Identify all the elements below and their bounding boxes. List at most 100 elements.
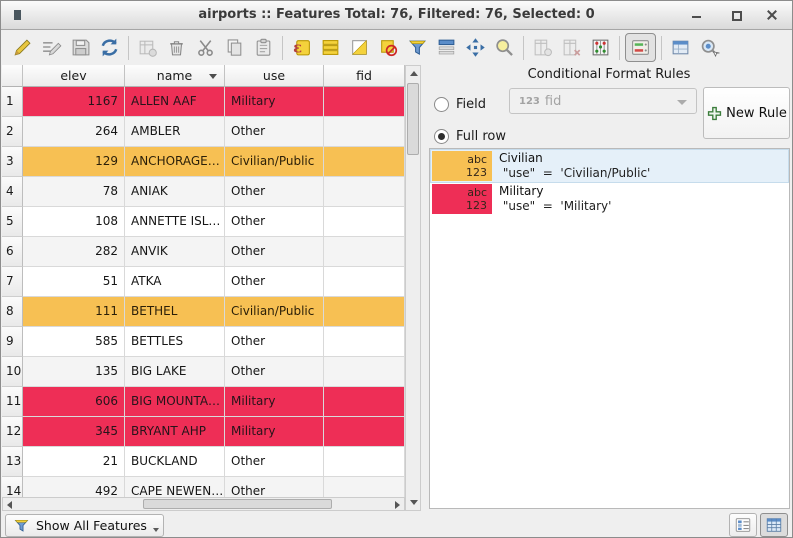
reload-table-button[interactable]	[96, 34, 123, 61]
field-radio[interactable]: Field	[434, 97, 486, 112]
close-button[interactable]	[758, 1, 786, 29]
cell-name[interactable]: ANIAK	[125, 177, 225, 207]
row-number[interactable]: 1	[2, 87, 23, 117]
scroll-left-arrow-icon[interactable]	[7, 501, 12, 509]
cell-fid[interactable]	[324, 387, 405, 417]
cell-elev[interactable]: 345	[23, 417, 125, 447]
table-corner-header[interactable]	[2, 65, 23, 87]
cell-name[interactable]: ALLEN AAF	[125, 87, 225, 117]
zoom-to-selection-button[interactable]	[491, 34, 518, 61]
vertical-scrollbar[interactable]	[405, 65, 421, 511]
row-number[interactable]: 7	[2, 267, 23, 297]
cell-use[interactable]: Military	[225, 417, 324, 447]
row-number[interactable]: 2	[2, 117, 23, 147]
row-number[interactable]: 11	[2, 387, 23, 417]
cell-fid[interactable]	[324, 417, 405, 447]
minimize-button[interactable]	[682, 1, 710, 29]
copy-features-button[interactable]	[221, 34, 248, 61]
cell-name[interactable]: ANCHORAGE…	[125, 147, 225, 177]
cell-name[interactable]: ANNETTE ISL…	[125, 207, 225, 237]
cell-use[interactable]: Other	[225, 327, 324, 357]
cell-use[interactable]: Other	[225, 177, 324, 207]
cell-fid[interactable]	[324, 477, 405, 497]
row-number[interactable]: 4	[2, 177, 23, 207]
cell-elev[interactable]: 606	[23, 387, 125, 417]
cell-name[interactable]: BRYANT AHP	[125, 417, 225, 447]
cell-elev[interactable]: 111	[23, 297, 125, 327]
full-row-radio[interactable]: Full row	[434, 129, 506, 144]
cell-elev[interactable]: 135	[23, 357, 125, 387]
row-number[interactable]: 9	[2, 327, 23, 357]
vertical-scroll-thumb[interactable]	[407, 83, 419, 155]
cell-fid[interactable]	[324, 87, 405, 117]
cell-use[interactable]: Other	[225, 117, 324, 147]
cell-use[interactable]: Other	[225, 357, 324, 387]
feature-filter-button[interactable]: Show All Features	[5, 514, 164, 537]
table-view-button[interactable]	[760, 513, 788, 537]
add-feature-button[interactable]	[134, 34, 161, 61]
cell-elev[interactable]: 585	[23, 327, 125, 357]
cell-elev[interactable]: 51	[23, 267, 125, 297]
cell-elev[interactable]: 108	[23, 207, 125, 237]
cell-name[interactable]: BETHEL	[125, 297, 225, 327]
horizontal-scrollbar[interactable]	[2, 497, 405, 511]
cell-name[interactable]: BIG MOUNTA…	[125, 387, 225, 417]
conditional-formatting-button[interactable]	[625, 33, 656, 62]
cell-fid[interactable]	[324, 357, 405, 387]
rule-item[interactable]: abc123Military "use" = 'Military'	[431, 183, 788, 215]
full-row-radio-circle-icon[interactable]	[434, 129, 449, 144]
cell-fid[interactable]	[324, 117, 405, 147]
cell-name[interactable]: BIG LAKE	[125, 357, 225, 387]
row-number[interactable]: 3	[2, 147, 23, 177]
select-by-expression-button[interactable]: ε	[288, 34, 315, 61]
invert-selection-button[interactable]	[346, 34, 373, 61]
cell-use[interactable]: Other	[225, 237, 324, 267]
move-selection-to-top-button[interactable]	[433, 34, 460, 61]
cell-use[interactable]: Other	[225, 477, 324, 497]
cell-elev[interactable]: 492	[23, 477, 125, 497]
cut-features-button[interactable]	[192, 34, 219, 61]
cell-name[interactable]: BETTLES	[125, 327, 225, 357]
pan-to-selection-button[interactable]	[462, 34, 489, 61]
multi-edit-mode-button[interactable]	[38, 34, 65, 61]
cell-use[interactable]: Civilian/Public	[225, 297, 324, 327]
search-settings-button[interactable]	[696, 34, 723, 61]
cell-use[interactable]: Other	[225, 207, 324, 237]
toggle-editing-button[interactable]	[9, 34, 36, 61]
new-rule-button[interactable]: New Rule	[703, 87, 790, 139]
field-select-combobox[interactable]: 123 fid	[509, 88, 697, 114]
row-number[interactable]: 13	[2, 447, 23, 477]
cell-name[interactable]: ATKA	[125, 267, 225, 297]
row-number[interactable]: 10	[2, 357, 23, 387]
paste-features-button[interactable]	[250, 34, 277, 61]
cell-name[interactable]: ANVIK	[125, 237, 225, 267]
rule-item[interactable]: abc123Civilian "use" = 'Civilian/Public'	[431, 150, 788, 182]
cell-fid[interactable]	[324, 447, 405, 477]
save-edits-button[interactable]	[67, 34, 94, 61]
cell-elev[interactable]: 21	[23, 447, 125, 477]
cell-use[interactable]: Civilian/Public	[225, 147, 324, 177]
deselect-all-button[interactable]	[375, 34, 402, 61]
row-number[interactable]: 8	[2, 297, 23, 327]
cell-elev[interactable]: 1167	[23, 87, 125, 117]
cell-fid[interactable]	[324, 327, 405, 357]
select-by-form-button[interactable]	[404, 34, 431, 61]
scroll-up-arrow-icon[interactable]	[410, 71, 418, 76]
row-number[interactable]: 5	[2, 207, 23, 237]
rule-color-swatch[interactable]: abc123	[432, 151, 492, 181]
cell-elev[interactable]: 264	[23, 117, 125, 147]
horizontal-scroll-thumb[interactable]	[143, 499, 332, 509]
cell-fid[interactable]	[324, 177, 405, 207]
scroll-right-arrow-icon[interactable]	[395, 501, 400, 509]
scroll-down-arrow-icon[interactable]	[410, 500, 418, 505]
cell-fid[interactable]	[324, 267, 405, 297]
column-header-name[interactable]: name	[125, 65, 225, 87]
field-calculator-button[interactable]	[587, 34, 614, 61]
row-number[interactable]: 14	[2, 477, 23, 497]
column-header-elev[interactable]: elev	[23, 65, 125, 87]
form-view-button[interactable]	[729, 513, 757, 537]
cell-name[interactable]: AMBLER	[125, 117, 225, 147]
cell-elev[interactable]: 129	[23, 147, 125, 177]
cell-fid[interactable]	[324, 237, 405, 267]
dock-attribute-table-button[interactable]	[667, 34, 694, 61]
